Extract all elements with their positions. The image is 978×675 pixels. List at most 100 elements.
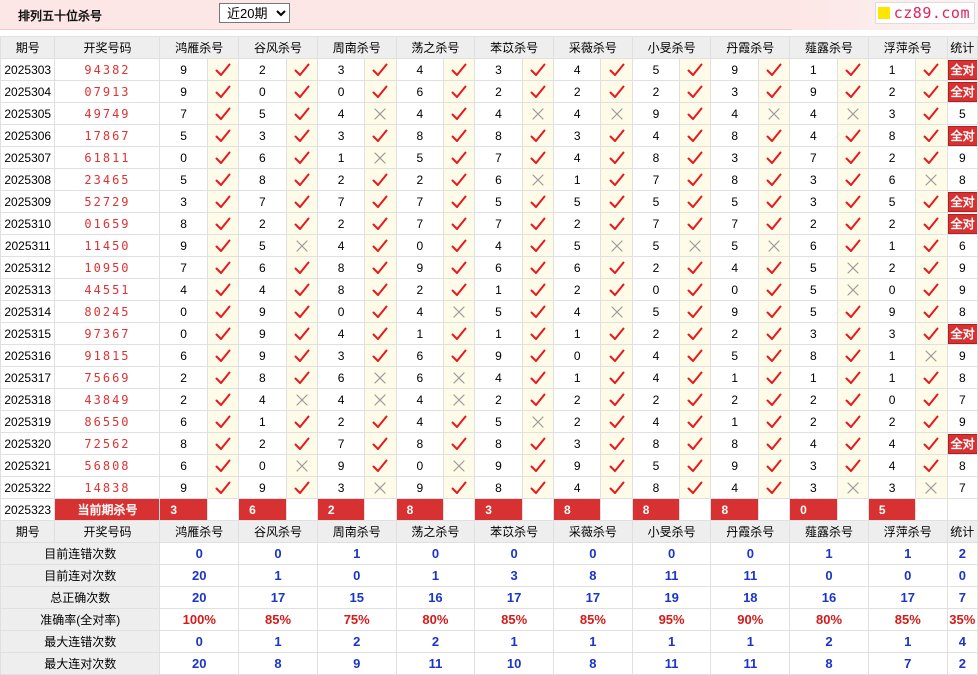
summary-stat-value: 4 (946, 630, 978, 653)
result-correct-cell (521, 476, 555, 499)
col-header-expert: 苯苡杀号 (474, 36, 555, 59)
check-icon (530, 393, 546, 406)
cross-icon (296, 459, 308, 472)
result-correct-cell (206, 278, 240, 301)
kill-number-cell: 9 (159, 234, 208, 257)
summary-value: 7 (867, 652, 948, 675)
kill-number-cell: 5 (159, 124, 208, 147)
check-icon (687, 151, 703, 164)
result-correct-cell (364, 256, 397, 279)
kill-number-cell: 2 (789, 410, 838, 433)
period-range-select[interactable]: 近20期 (219, 3, 290, 23)
kill-number-cell: 6 (474, 256, 523, 279)
check-icon (766, 459, 782, 472)
result-correct-cell (442, 124, 476, 147)
check-icon (923, 151, 939, 164)
check-icon (294, 173, 310, 186)
kill-number-cell: 8 (238, 366, 287, 389)
kill-number-cell: 9 (710, 300, 759, 323)
kill-number-cell: 2 (316, 212, 366, 235)
cross-icon (374, 481, 387, 494)
kill-number-cell: 1 (474, 322, 523, 345)
draw-numbers-cell: 61811 (54, 146, 161, 169)
result-correct-cell (600, 322, 633, 345)
site-logo[interactable]: cz89.com (874, 2, 975, 24)
check-icon (451, 85, 467, 98)
kill-number-cell: 2 (238, 212, 287, 235)
kill-number-cell: 9 (474, 454, 523, 477)
logo-area: cz89.com (792, 0, 978, 30)
result-correct-cell (600, 388, 633, 411)
kill-number-cell: 3 (553, 432, 602, 455)
kill-number-cell: 4 (631, 344, 681, 367)
result-correct-cell (757, 322, 791, 345)
table-row: 2025317 75669 2 8 6 6 4 1 4 1 1 1 8 (0, 366, 978, 389)
check-icon (451, 173, 467, 186)
check-icon (609, 393, 625, 406)
current-kill-number: 0 (789, 498, 838, 521)
result-wrong-cell (521, 410, 555, 433)
kill-number-cell: 5 (867, 190, 917, 213)
result-correct-cell (521, 190, 555, 213)
summary-value: 0 (710, 542, 791, 565)
check-icon (451, 415, 467, 428)
cross-icon (847, 481, 859, 494)
kill-number-cell: 6 (238, 146, 287, 169)
kill-number-cell: 0 (631, 278, 681, 301)
period-cell: 2025315 (0, 322, 56, 345)
check-icon (372, 173, 388, 186)
kill-number-cell: 0 (395, 234, 445, 257)
check-icon (609, 151, 625, 164)
summary-value: 17 (474, 586, 555, 609)
period-cell: 2025311 (0, 234, 56, 257)
table-row: 2025309 52729 3 7 7 7 5 5 5 5 3 5 全对 (0, 190, 978, 213)
result-correct-cell (206, 476, 240, 499)
result-correct-cell (757, 212, 791, 235)
kill-number-cell: 8 (474, 476, 523, 499)
check-icon (609, 327, 625, 340)
check-icon (609, 437, 625, 450)
table-row: 2025316 91815 6 9 3 6 9 0 4 5 8 1 9 (0, 344, 978, 367)
check-icon (845, 195, 861, 208)
kill-number-cell: 3 (789, 454, 838, 477)
kill-number-cell: 7 (159, 102, 208, 125)
summary-value: 0 (474, 542, 555, 565)
summary-value: 75% (316, 608, 397, 631)
result-wrong-cell (364, 102, 397, 125)
kill-number-cell: 9 (395, 256, 445, 279)
kill-number-cell: 3 (789, 168, 838, 191)
result-wrong-cell (757, 102, 791, 125)
result-wrong-cell (364, 476, 397, 499)
kill-number-cell: 2 (159, 366, 208, 389)
result-correct-cell (442, 212, 476, 235)
summary-stat-value: 35% (946, 608, 978, 631)
summary-value: 10 (474, 652, 555, 675)
check-icon (766, 481, 782, 494)
result-correct-cell (679, 124, 712, 147)
check-icon (923, 239, 939, 252)
result-correct-cell (285, 58, 318, 81)
result-correct-cell (679, 344, 712, 367)
kill-number-cell: 4 (474, 102, 523, 125)
check-icon (609, 195, 625, 208)
kill-number-cell: 2 (553, 388, 602, 411)
check-icon (530, 305, 546, 318)
summary-value: 95% (631, 608, 712, 631)
check-icon (609, 283, 625, 296)
kill-number-cell: 3 (238, 124, 287, 147)
col-header-expert: 鸿雁杀号 (159, 36, 240, 59)
kill-number-cell: 2 (553, 80, 602, 103)
kill-number-cell: 4 (631, 410, 681, 433)
kill-number-cell: 2 (316, 410, 366, 433)
check-icon (530, 85, 546, 98)
kill-number-cell: 9 (238, 344, 287, 367)
current-empty-cell (600, 498, 633, 521)
check-icon (687, 415, 703, 428)
result-correct-cell (285, 190, 318, 213)
kill-number-cell: 4 (238, 388, 287, 411)
check-icon (687, 63, 703, 76)
check-icon (845, 173, 861, 186)
kill-number-cell: 1 (789, 58, 838, 81)
kill-number-cell: 8 (159, 212, 208, 235)
result-correct-cell (442, 146, 476, 169)
